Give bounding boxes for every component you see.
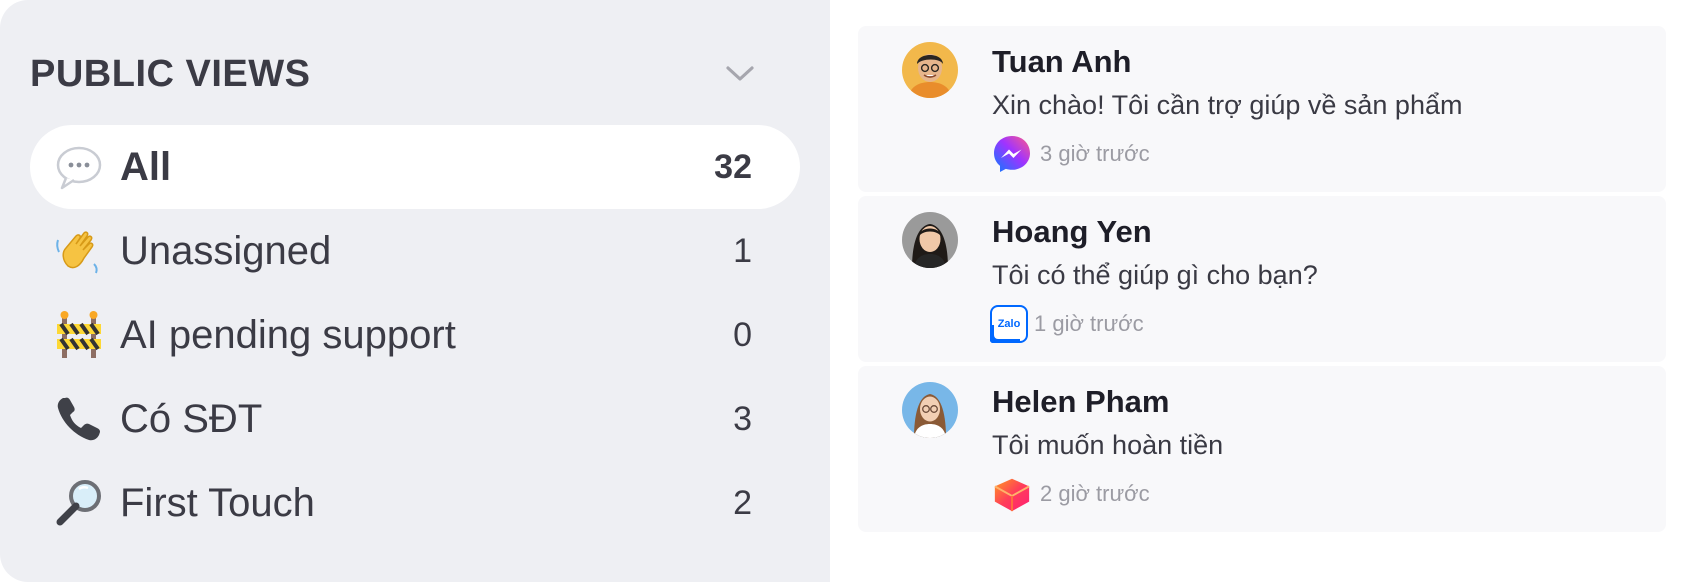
public-views-header[interactable]: PUBLIC VIEWS [30, 46, 760, 102]
view-count: 0 [733, 315, 752, 354]
message-time: 3 giờ trước [1040, 141, 1150, 166]
last-message: Xin chào! Tôi cần trợ giúp về sản phẩm [992, 90, 1463, 120]
avatar [902, 42, 958, 98]
lazada-icon [992, 474, 1032, 514]
view-item-ai-pending-support[interactable]: AI pending support 0 [30, 293, 800, 377]
avatar [902, 382, 958, 438]
message-time: 1 giờ trước [1034, 311, 1144, 336]
zalo-logo-text: Zalo [998, 318, 1021, 330]
public-views-panel: PUBLIC VIEWS All 32 Unassigned 1 AI pend… [0, 0, 830, 582]
waving-hand-icon [52, 224, 106, 278]
conversation-item-helen-pham[interactable]: Helen Pham Tôi muốn hoàn tiền 2 giờ trướ… [858, 366, 1666, 532]
message-meta: Zalo 1 giờ trước [990, 304, 1144, 344]
view-count: 2 [733, 483, 752, 522]
speech-bubble-icon [52, 140, 106, 194]
contact-name: Helen Pham [992, 384, 1170, 419]
view-item-first-touch[interactable]: First Touch 2 [30, 461, 800, 545]
avatar [902, 212, 958, 268]
view-item-co-sdt[interactable]: Có SĐT 3 [30, 377, 800, 461]
last-message: Tôi muốn hoàn tiền [992, 430, 1224, 460]
view-list: All 32 Unassigned 1 AI pending support 0… [30, 125, 800, 545]
view-label: Có SĐT [120, 396, 263, 441]
chevron-down-icon[interactable] [720, 54, 760, 94]
view-label: First Touch [120, 480, 315, 525]
view-label: Unassigned [120, 228, 332, 273]
conversation-list: Tuan Anh Xin chào! Tôi cần trợ giúp về s… [830, 0, 1692, 582]
conversation-item-tuan-anh[interactable]: Tuan Anh Xin chào! Tôi cần trợ giúp về s… [858, 26, 1666, 192]
public-views-title: PUBLIC VIEWS [30, 52, 311, 95]
message-time: 2 giờ trước [1040, 481, 1150, 506]
message-meta: 3 giờ trước [992, 134, 1150, 174]
view-item-unassigned[interactable]: Unassigned 1 [30, 209, 800, 293]
contact-name: Tuan Anh [992, 44, 1132, 79]
view-label: All [120, 144, 172, 189]
view-label: AI pending support [120, 312, 456, 357]
app-frame: PUBLIC VIEWS All 32 Unassigned 1 AI pend… [0, 0, 1692, 582]
telephone-icon [52, 392, 106, 446]
view-item-all[interactable]: All 32 [30, 125, 800, 209]
zalo-icon: Zalo [990, 304, 1028, 344]
magnifying-glass-icon [52, 476, 106, 530]
view-count: 3 [733, 399, 752, 438]
message-meta: 2 giờ trước [992, 474, 1150, 514]
messenger-icon [992, 134, 1032, 174]
view-count: 32 [714, 147, 752, 186]
construction-barrier-icon [52, 308, 106, 362]
view-count: 1 [733, 231, 752, 270]
last-message: Tôi có thể giúp gì cho bạn? [992, 260, 1318, 290]
contact-name: Hoang Yen [992, 214, 1152, 249]
conversation-item-hoang-yen[interactable]: Hoang Yen Tôi có thể giúp gì cho bạn? Za… [858, 196, 1666, 362]
